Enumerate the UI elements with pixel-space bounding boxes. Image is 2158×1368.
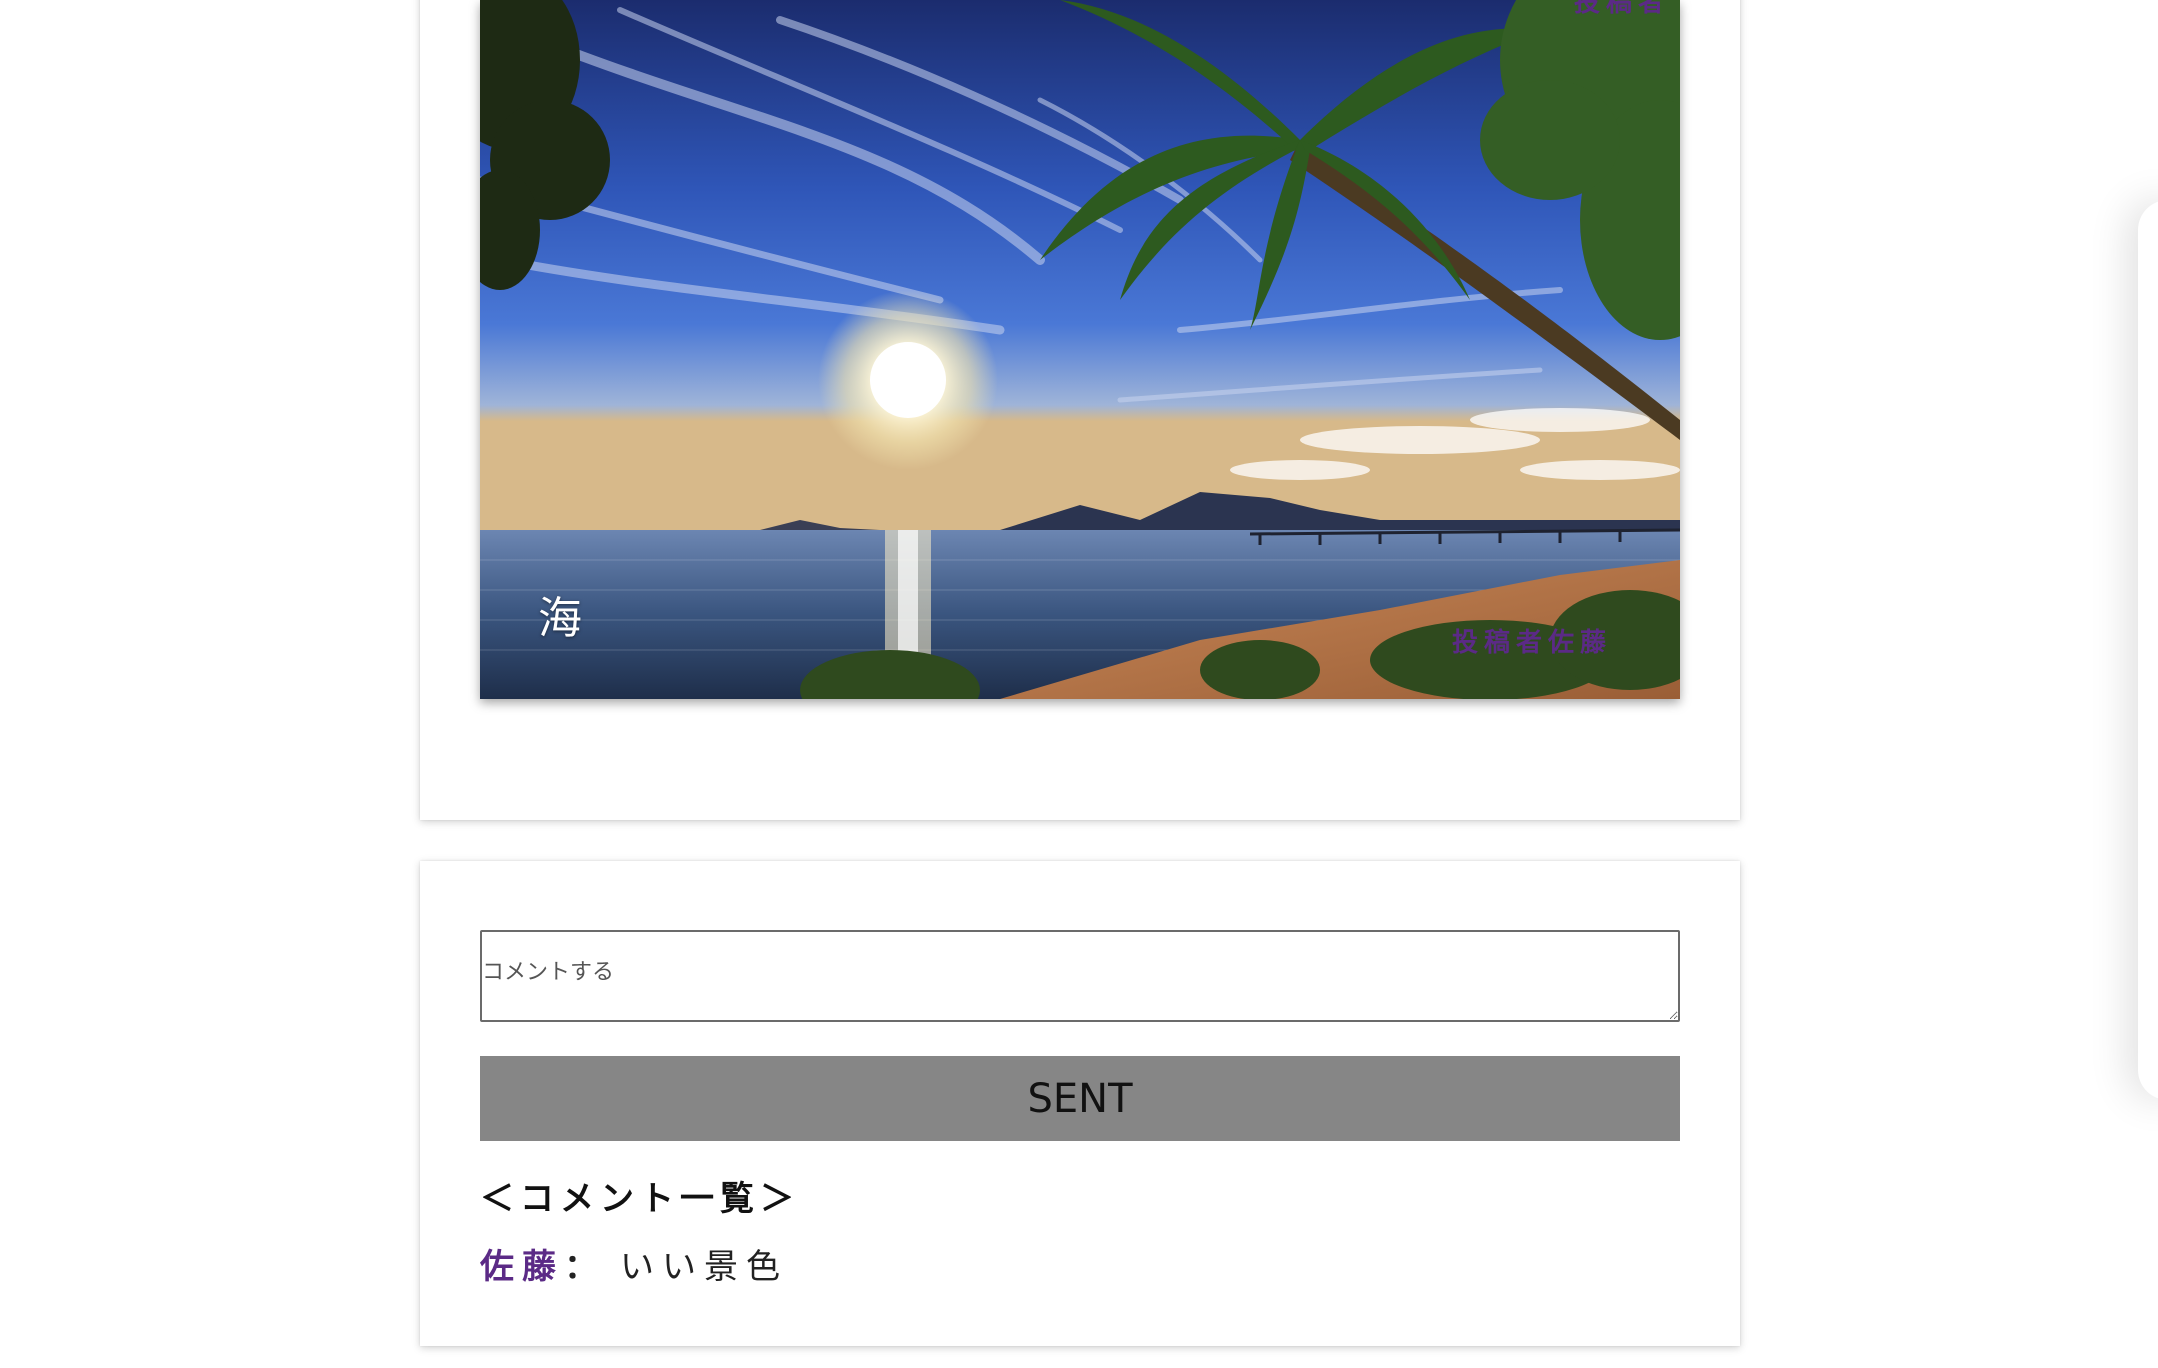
page: 海 投稿者佐藤 投稿者 SENT ＜コメント一覧＞ 佐藤： いい景色 [0, 0, 2158, 1368]
post-card: 海 投稿者佐藤 投稿者 [420, 0, 1740, 820]
comment-author: 佐藤 [480, 1247, 564, 1287]
photo-owner-label: 投稿者佐藤 [1451, 628, 1612, 658]
post-photo: 海 投稿者佐藤 投稿者 [480, 0, 1680, 699]
photo-owner-label-top: 投稿者 [1573, 0, 1670, 18]
comment-text: いい景色 [620, 1247, 788, 1287]
comments-heading: ＜コメント一覧＞ [480, 1179, 800, 1219]
comment-separator: ： [564, 1247, 606, 1287]
comment-item: 佐藤： いい景色 [480, 1239, 788, 1288]
side-panel-edge [2138, 200, 2158, 1100]
comment-input[interactable] [480, 930, 1680, 1022]
comments-card: SENT ＜コメント一覧＞ 佐藤： いい景色 [420, 861, 1740, 1346]
sunset-beach-image [480, 0, 1680, 699]
sent-button[interactable]: SENT [480, 1056, 1680, 1141]
photo-caption: 海 [538, 593, 582, 644]
